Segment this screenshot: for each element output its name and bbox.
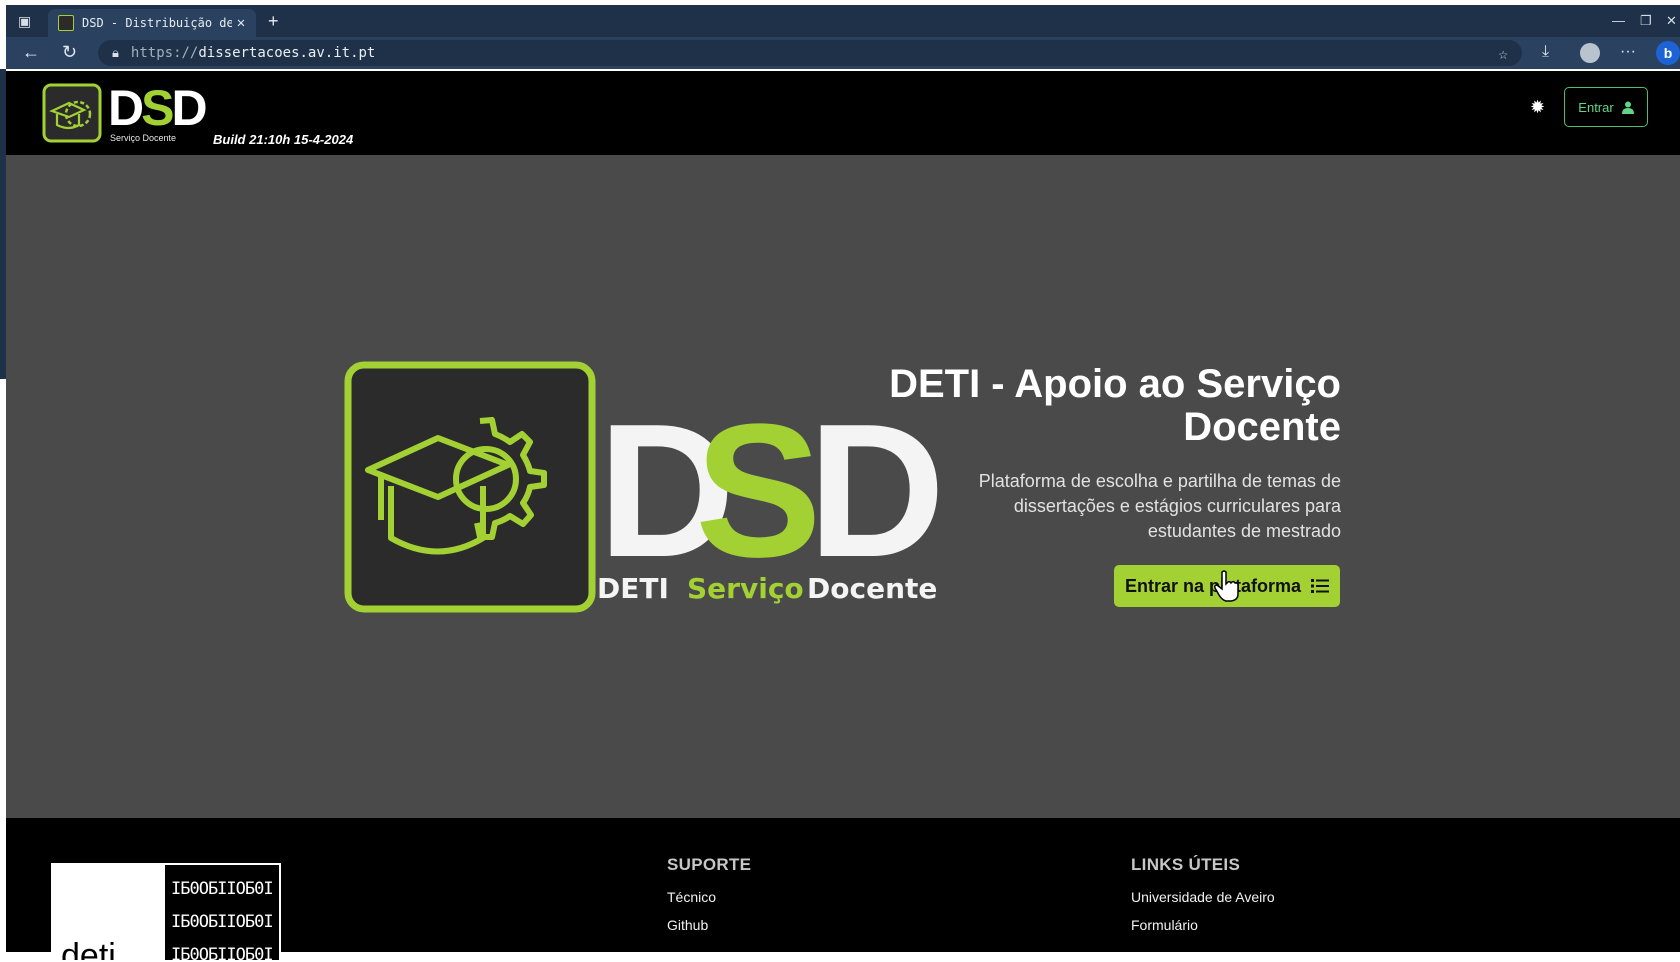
login-button[interactable]: Entrar xyxy=(1564,87,1648,127)
url-protocol: https:// xyxy=(130,45,199,61)
deti-logo-left: deti xyxy=(53,865,165,960)
hero-description: Plataforma de escolha e partilha de tema… xyxy=(978,471,1341,541)
enter-platform-label: Entrar na plataforma xyxy=(1124,575,1302,596)
tab-overview-icon[interactable]: ▣ xyxy=(18,13,34,29)
copilot-icon[interactable]: b xyxy=(1656,41,1680,65)
browser-tab-active[interactable]: DSD - Distribuição de ✕ xyxy=(48,9,256,37)
brand-docente: Docente xyxy=(807,572,937,605)
close-tab-icon[interactable]: ✕ xyxy=(232,15,250,31)
support-link-github[interactable]: Github xyxy=(667,917,751,933)
site-header: DSD Serviço Docente Build 21:10h 15-4-20… xyxy=(6,71,1680,155)
deti-wordmark: deti xyxy=(61,937,116,962)
footer-support-column: SUPORTE Técnico Github xyxy=(667,855,751,945)
hero-title: DETI - Apoio ao Serviço Docente xyxy=(889,362,1341,449)
reload-icon[interactable]: ↻ xyxy=(62,42,77,63)
support-heading: SUPORTE xyxy=(667,855,752,874)
wordmark-s: S xyxy=(141,80,174,136)
wordmark-d2: D xyxy=(171,80,207,136)
more-options-icon[interactable]: ··· xyxy=(1620,43,1636,61)
browser-tab-bar: ▣ DSD - Distribuição de ✕ + — ❐ ✕ xyxy=(6,5,1680,37)
deti-logo[interactable]: deti IБ0ОБIIОБ0I IБ0ОБIIОБ0I IБ0ОБIIОБ0I xyxy=(51,863,281,962)
useful-links-heading: LINKS ÚTEIS xyxy=(1131,855,1241,874)
link-universidade-aveiro[interactable]: Universidade de Aveiro xyxy=(1131,889,1275,905)
hand-cursor-icon xyxy=(1214,570,1239,602)
hero-section: D D S DETI Serviço Docente DETI - Apoio … xyxy=(6,155,1680,818)
dsd-wordmark[interactable]: DSD xyxy=(108,80,208,136)
favicon-icon xyxy=(58,15,74,31)
build-label: Build 21:10h 15-4-2024 xyxy=(213,132,354,147)
brand-servico: Serviço xyxy=(687,572,804,605)
link-formulario[interactable]: Formulário xyxy=(1131,917,1275,933)
deti-logo-pattern: IБ0ОБIIОБ0I IБ0ОБIIОБ0I IБ0ОБIIОБ0I xyxy=(165,865,279,960)
new-tab-button[interactable]: + xyxy=(268,11,279,32)
list-icon xyxy=(1311,579,1330,593)
logo-subtitle: Serviço Docente xyxy=(110,133,177,143)
dsd-emblem-icon[interactable] xyxy=(42,83,102,143)
url-host: dissertacoes.av.it.pt xyxy=(198,45,376,61)
login-label: Entrar xyxy=(1578,99,1614,115)
lock-icon: 🔒︎ xyxy=(112,45,119,61)
footer-links-column: LINKS ÚTEIS Universidade de Aveiro Formu… xyxy=(1131,855,1275,945)
site-footer: deti IБ0ОБIIОБ0I IБ0ОБIIОБ0I IБ0ОБIIОБ0I… xyxy=(6,818,1680,962)
logo-emblem-frame xyxy=(344,361,596,613)
browser-toolbar: ← ↻ 🔒︎ https:// dissertacoes.av.it.pt ☆ … xyxy=(6,37,1680,69)
restore-icon[interactable]: ❐ xyxy=(1640,13,1652,29)
theme-toggle-icon[interactable]: ✹ xyxy=(1530,97,1545,118)
support-link-tecnico[interactable]: Técnico xyxy=(667,889,751,905)
back-icon[interactable]: ← xyxy=(22,42,40,63)
minimize-icon[interactable]: — xyxy=(1612,13,1625,28)
brand-deti: DETI xyxy=(597,572,669,605)
profile-avatar-icon[interactable] xyxy=(1580,43,1600,63)
user-icon xyxy=(1621,101,1634,114)
address-bar[interactable]: 🔒︎ https:// dissertacoes.av.it.pt ☆ xyxy=(98,40,1522,66)
close-window-icon[interactable]: ✕ xyxy=(1666,13,1677,29)
wordmark-d1: D xyxy=(108,80,144,136)
download-icon[interactable]: ⤓ xyxy=(1542,43,1549,61)
favorite-star-icon[interactable]: ☆ xyxy=(1498,44,1508,63)
tab-title: DSD - Distribuição de xyxy=(82,16,232,30)
